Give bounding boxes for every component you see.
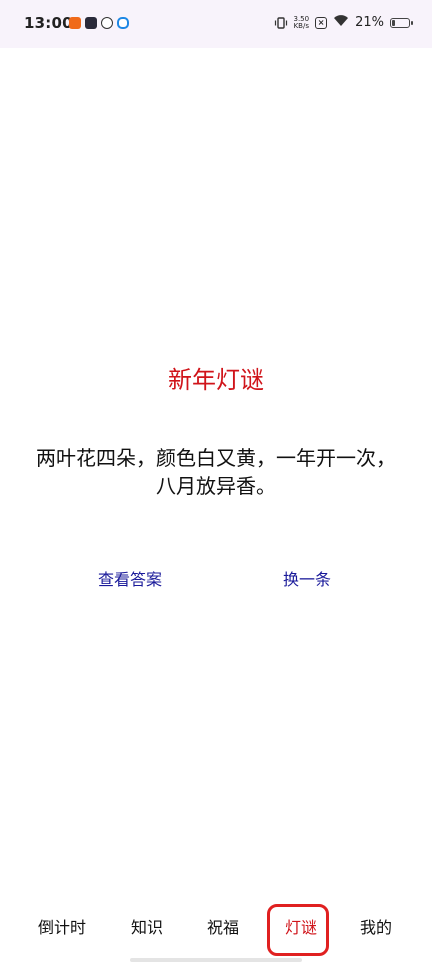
battery-icon — [390, 17, 413, 28]
riddle-line-1: 两叶花四朵，颜色白又黄，一年开一次， — [36, 446, 396, 470]
riddle-title: 新年灯谜 — [168, 366, 264, 394]
browser-app-icon — [117, 17, 129, 29]
nav-tab-countdown[interactable]: 倒计时 — [38, 914, 86, 938]
nav-tab-mine[interactable]: 我的 — [360, 914, 392, 938]
network-speed-unit: KB/s — [293, 21, 309, 30]
status-time: 13:00 — [24, 14, 73, 32]
active-tab-highlight — [267, 904, 329, 956]
home-indicator[interactable] — [130, 958, 302, 962]
wifi-icon — [333, 14, 349, 31]
vibrate-icon — [274, 16, 288, 30]
network-speed: 3.50 KB/s — [293, 15, 310, 30]
status-right: 3.50 KB/s × 21% — [274, 14, 413, 31]
battery-level — [392, 19, 395, 26]
video-app-icon — [85, 17, 97, 29]
app-notification-icon — [69, 17, 81, 29]
riddle-line-2: 八月放异香。 — [156, 474, 276, 498]
nav-tab-blessing[interactable]: 祝福 — [207, 914, 239, 938]
next-riddle-button[interactable]: 换一条 — [277, 562, 337, 594]
battery-percent: 21% — [355, 15, 384, 30]
bottom-navigation: 倒计时 知识 祝福 灯谜 我的 — [0, 900, 432, 964]
link-app-icon — [101, 17, 113, 29]
notification-icons — [69, 17, 129, 29]
no-sim-icon: × — [315, 16, 328, 29]
nav-tab-knowledge[interactable]: 知识 — [131, 914, 163, 938]
status-bar: 13:00 3.50 KB/s × 21% — [0, 0, 432, 48]
show-answer-button[interactable]: 查看答案 — [92, 562, 168, 594]
riddle-text: 两叶花四朵，颜色白又黄，一年开一次， 八月放异香。 — [18, 444, 414, 500]
